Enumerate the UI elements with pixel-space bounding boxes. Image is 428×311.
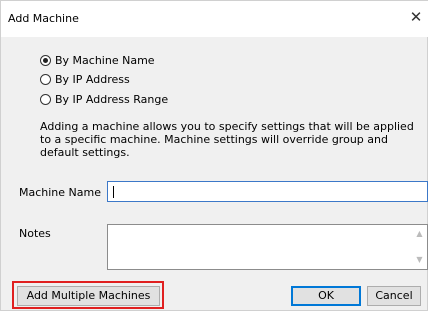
- notes-label: Notes: [19, 227, 51, 240]
- notes-textarea[interactable]: ▲ ▼: [107, 224, 428, 270]
- radio-label-by-ip-address-range: By IP Address Range: [55, 92, 169, 106]
- radio-checked-icon[interactable]: [40, 54, 51, 66]
- scroll-down-icon[interactable]: ▼: [415, 256, 424, 264]
- radio-unchecked-icon[interactable]: [40, 93, 51, 105]
- text-caret: [113, 186, 114, 198]
- radio-by-ip-address[interactable]: By IP Address: [40, 72, 130, 86]
- scroll-up-icon[interactable]: ▲: [415, 230, 424, 238]
- title-bar: Add Machine ✕: [1, 1, 428, 37]
- ok-button[interactable]: OK: [291, 286, 361, 306]
- machine-name-input[interactable]: [107, 181, 428, 202]
- close-icon[interactable]: ✕: [407, 8, 425, 26]
- radio-by-ip-address-range[interactable]: By IP Address Range: [40, 92, 168, 106]
- add-machine-dialog: Add Machine ✕ By Machine Name By IP Addr…: [0, 0, 428, 311]
- dialog-title: Add Machine: [8, 12, 79, 25]
- cancel-button[interactable]: Cancel: [367, 286, 421, 306]
- description-text: Adding a machine allows you to specify s…: [40, 120, 414, 159]
- machine-name-label: Machine Name: [19, 186, 101, 199]
- radio-by-machine-name[interactable]: By Machine Name: [40, 53, 155, 67]
- radio-label-by-ip-address: By IP Address: [55, 72, 130, 86]
- add-multiple-machines-button[interactable]: Add Multiple Machines: [17, 286, 160, 306]
- radio-unchecked-icon[interactable]: [40, 73, 51, 85]
- radio-label-by-machine-name: By Machine Name: [55, 53, 155, 67]
